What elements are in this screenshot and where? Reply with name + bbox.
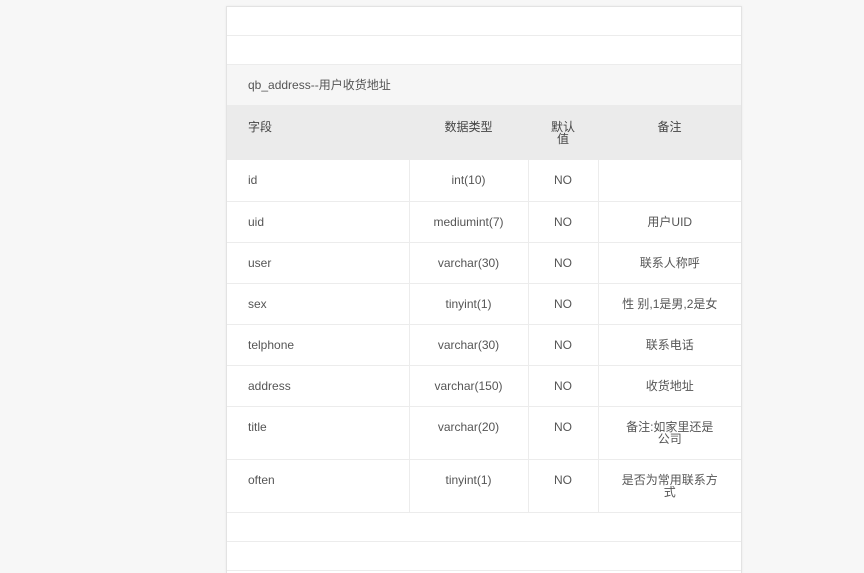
cell-note: 联系电话: [597, 324, 741, 366]
cell-default: NO: [527, 160, 598, 202]
table-row: telphone varchar(30) NO 联系电话: [227, 324, 741, 366]
cell-field: often: [227, 459, 409, 513]
table-row: sex tinyint(1) NO 性 别,1是男,2是女: [227, 283, 741, 325]
header-field: 字段: [227, 105, 409, 160]
cell-note: 联系人称呼: [597, 242, 741, 284]
table-caption: qb_address--用户收货地址: [227, 65, 741, 105]
cell-note: 用户UID: [597, 201, 741, 243]
cell-note: 性 别,1是男,2是女: [597, 283, 741, 325]
schema-panel: qb_address--用户收货地址 字段 数据类型 默认值 备注 id int…: [226, 6, 742, 573]
table-row: often tinyint(1) NO 是否为常用联系方式: [227, 459, 741, 513]
cell-default: NO: [527, 201, 598, 243]
cell-type: varchar(20): [408, 406, 528, 460]
top-spacer-2: [227, 36, 741, 65]
cell-field: id: [227, 160, 409, 202]
cell-default: NO: [527, 242, 598, 284]
cell-note: 收货地址: [597, 365, 741, 407]
cell-type: tinyint(1): [408, 283, 528, 325]
field-table: 字段 数据类型 默认值 备注 id int(10) NO uid mediumi…: [227, 105, 741, 513]
header-row: 字段 数据类型 默认值 备注: [227, 105, 741, 160]
bottom-spacer: [227, 513, 741, 542]
cell-field: title: [227, 406, 409, 460]
cell-field: user: [227, 242, 409, 284]
cell-note: [597, 160, 741, 202]
cell-type: varchar(150): [408, 365, 528, 407]
cell-type: int(10): [408, 160, 528, 202]
cell-field: uid: [227, 201, 409, 243]
cell-type: varchar(30): [408, 242, 528, 284]
header-type: 数据类型: [409, 105, 528, 160]
table-row: uid mediumint(7) NO 用户UID: [227, 201, 741, 243]
cell-default: NO: [527, 283, 598, 325]
cell-default: NO: [527, 324, 598, 366]
table-row: user varchar(30) NO 联系人称呼: [227, 242, 741, 284]
bottom-spacer-2: [227, 542, 741, 571]
table-row: address varchar(150) NO 收货地址: [227, 365, 741, 407]
cell-field: sex: [227, 283, 409, 325]
cell-default: NO: [527, 459, 598, 513]
cell-type: mediumint(7): [408, 201, 528, 243]
cell-field: address: [227, 365, 409, 407]
table-row: title varchar(20) NO 备注:如家里还是公司: [227, 406, 741, 460]
cell-default: NO: [527, 406, 598, 460]
cell-type: tinyint(1): [408, 459, 528, 513]
top-spacer: [227, 7, 741, 36]
cell-note: 是否为常用联系方式: [597, 459, 741, 513]
cell-default: NO: [527, 365, 598, 407]
cell-field: telphone: [227, 324, 409, 366]
header-note: 备注: [598, 105, 741, 160]
cell-type: varchar(30): [408, 324, 528, 366]
cell-note: 备注:如家里还是公司: [597, 406, 741, 460]
table-row: id int(10) NO: [227, 160, 741, 202]
header-default: 默认值: [528, 105, 598, 160]
